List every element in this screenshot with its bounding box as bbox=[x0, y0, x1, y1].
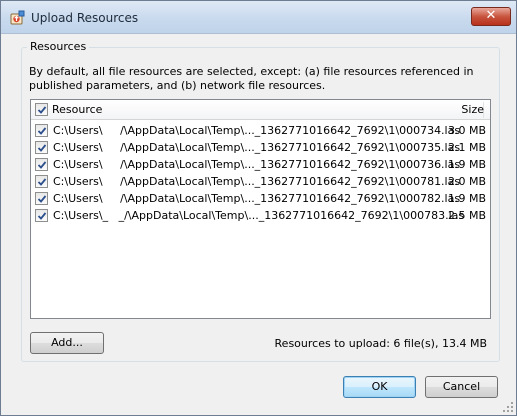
resource-size: 3.0 MB bbox=[447, 124, 486, 137]
checkmark-icon bbox=[37, 178, 47, 186]
table-row[interactable]: C:\Users\ /\AppData\Local\Temp\..._13627… bbox=[31, 190, 490, 207]
select-all-checkbox[interactable] bbox=[35, 103, 48, 116]
title-bar[interactable]: Upload Resources ✕ bbox=[1, 1, 516, 34]
resource-size: 2.5 MB bbox=[447, 209, 486, 222]
ok-button[interactable]: OK bbox=[343, 376, 416, 398]
resource-size: 2.1 MB bbox=[447, 141, 486, 154]
window-title: Upload Resources bbox=[31, 11, 139, 25]
table-row[interactable]: C:\Users\ /\AppData\Local\Temp\..._13627… bbox=[31, 156, 490, 173]
checkmark-icon bbox=[37, 195, 47, 203]
table-row[interactable]: C:\Users\ /\AppData\Local\Temp\..._13627… bbox=[31, 122, 490, 139]
resource-path: C:\Users\ /\AppData\Local\Temp\..._13627… bbox=[53, 124, 461, 137]
column-header-size[interactable]: Size bbox=[461, 103, 484, 116]
row-checkbox[interactable] bbox=[35, 209, 48, 222]
list-header: Resource Size bbox=[31, 100, 490, 120]
table-row[interactable]: C:\Users\_ _/\AppData\Local\Temp\..._136… bbox=[31, 207, 490, 224]
row-checkbox[interactable] bbox=[35, 124, 48, 137]
resources-list[interactable]: Resource Size C:\Users\ /\AppData\Local\… bbox=[30, 99, 491, 319]
resource-size: 2.0 MB bbox=[447, 175, 486, 188]
checkmark-icon bbox=[37, 212, 47, 220]
upload-resources-icon bbox=[9, 10, 25, 26]
table-row[interactable]: C:\Users\ /\AppData\Local\Temp\..._13627… bbox=[31, 173, 490, 190]
resource-path: C:\Users\_ _/\AppData\Local\Temp\..._136… bbox=[53, 209, 465, 222]
resource-path: C:\Users\ /\AppData\Local\Temp\..._13627… bbox=[53, 141, 461, 154]
checkmark-icon bbox=[37, 161, 47, 169]
checkmark-icon bbox=[37, 106, 47, 114]
checkmark-icon bbox=[37, 127, 47, 135]
resource-path: C:\Users\ /\AppData\Local\Temp\..._13627… bbox=[53, 192, 461, 205]
add-button[interactable]: Add... bbox=[30, 332, 104, 354]
row-checkbox[interactable] bbox=[35, 141, 48, 154]
resources-group-label: Resources bbox=[27, 40, 90, 53]
resize-grip-icon[interactable] bbox=[503, 402, 514, 413]
row-checkbox[interactable] bbox=[35, 192, 48, 205]
resource-size: 1.9 MB bbox=[447, 158, 486, 171]
resource-size: 1.9 MB bbox=[447, 192, 486, 205]
upload-summary: Resources to upload: 6 file(s), 13.4 MB bbox=[274, 337, 487, 350]
checkmark-icon bbox=[37, 144, 47, 152]
upload-resources-dialog: Upload Resources ✕ Resources By default,… bbox=[0, 0, 517, 416]
resource-path: C:\Users\ /\AppData\Local\Temp\..._13627… bbox=[53, 175, 461, 188]
row-checkbox[interactable] bbox=[35, 175, 48, 188]
resources-description: By default, all file resources are selec… bbox=[29, 65, 474, 92]
column-header-resource[interactable]: Resource bbox=[52, 103, 102, 116]
table-row[interactable]: C:\Users\ /\AppData\Local\Temp\..._13627… bbox=[31, 139, 490, 156]
row-checkbox[interactable] bbox=[35, 158, 48, 171]
resource-path: C:\Users\ /\AppData\Local\Temp\..._13627… bbox=[53, 158, 461, 171]
cancel-button[interactable]: Cancel bbox=[425, 376, 498, 398]
close-button[interactable]: ✕ bbox=[471, 7, 511, 26]
